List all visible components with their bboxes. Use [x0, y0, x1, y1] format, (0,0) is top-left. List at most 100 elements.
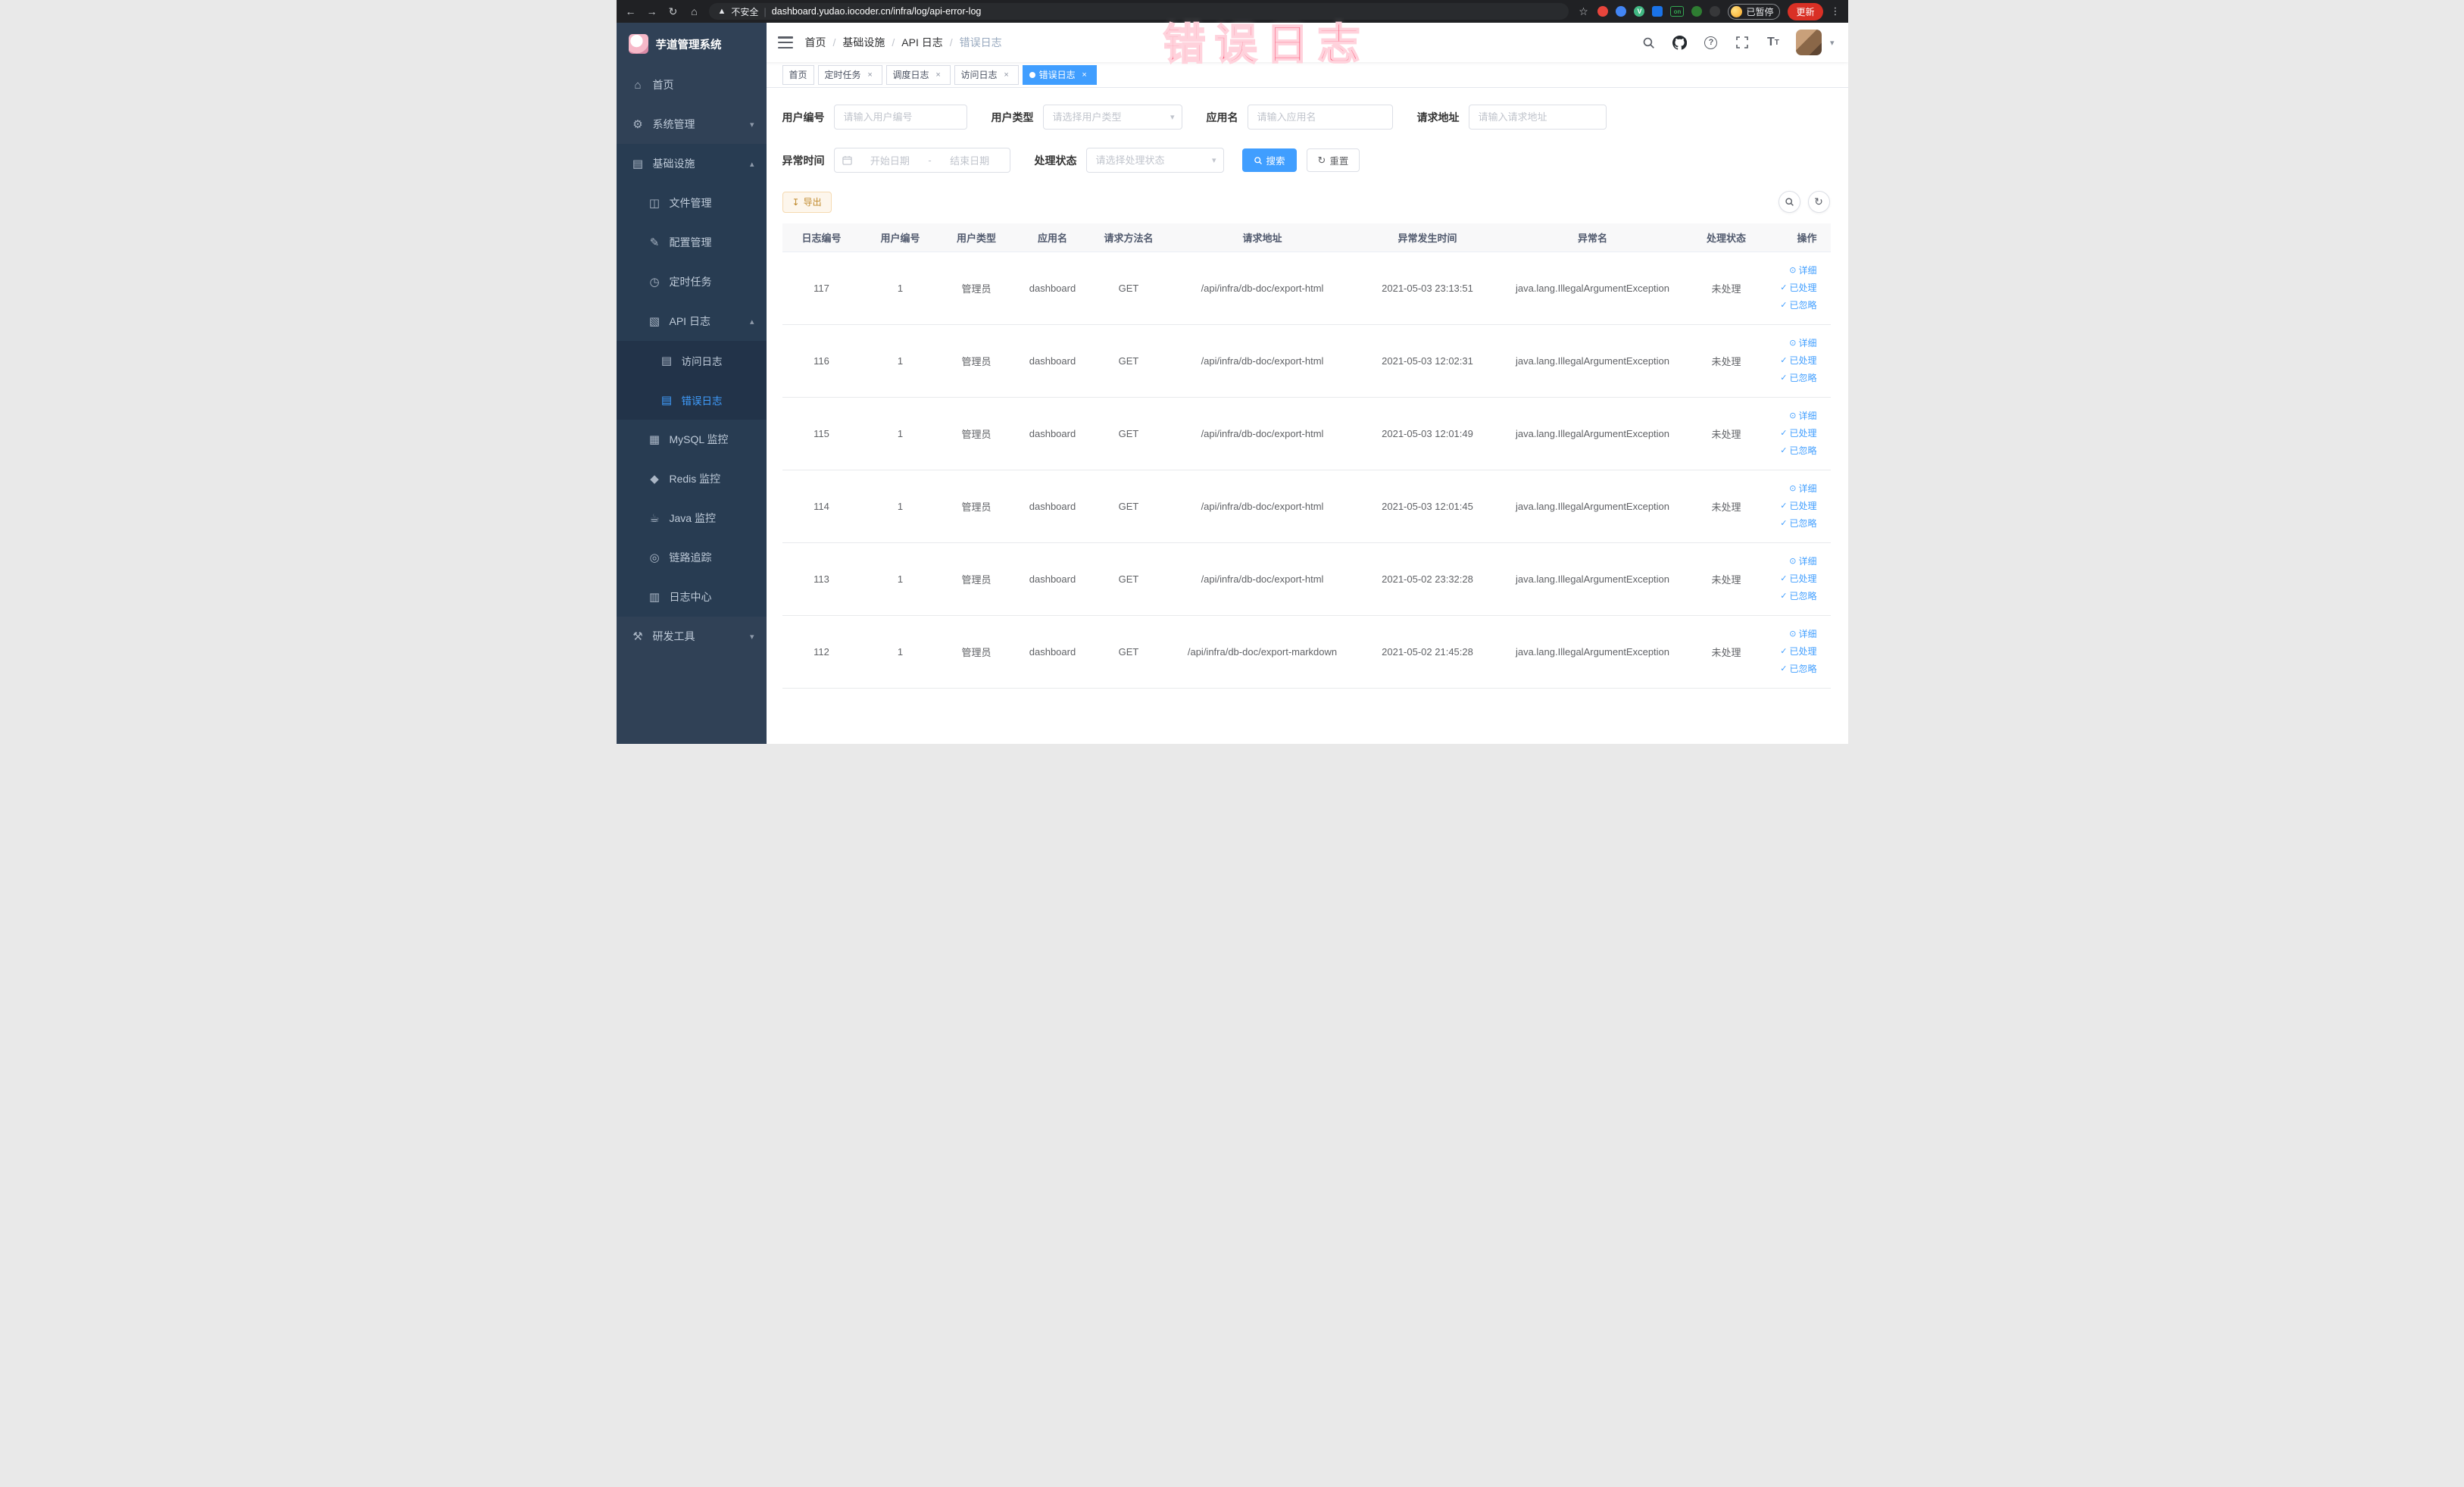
sidebar-item-scheduled-jobs[interactable]: ◷ 定时任务 [617, 262, 767, 301]
check-icon: ✓ [1780, 445, 1788, 455]
detail-link[interactable]: ⊙ 详细 [1766, 408, 1816, 425]
refresh-button[interactable]: ↻ [1807, 191, 1830, 213]
tag-schedule-log[interactable]: 调度日志 × [885, 64, 951, 85]
detail-link[interactable]: ⊙ 详细 [1766, 335, 1816, 352]
sidebar-item-mysql-monitor[interactable]: ▦ MySQL 监控 [617, 420, 767, 459]
date-range-picker[interactable]: 开始日期 - 结束日期 [833, 148, 1010, 173]
ignored-label: 已忽略 [1789, 517, 1817, 529]
detail-link[interactable]: ⊙ 详细 [1766, 553, 1816, 570]
application-window: ← → ↻ ⌂ ▲ 不安全 | dashboard.yudao.iocoder.… [616, 0, 1848, 744]
reload-icon[interactable]: ↻ [667, 5, 680, 18]
cell-method: GET [1091, 542, 1166, 616]
sidebar-item-access-log[interactable]: ▤ 访问日志 [617, 341, 767, 380]
process-status-select[interactable] [1085, 148, 1224, 173]
toggle-search-button[interactable] [1778, 191, 1800, 213]
user-type-select[interactable] [1042, 105, 1182, 130]
end-date-placeholder[interactable]: 结束日期 [938, 153, 1002, 167]
sidebar-item-config-manage[interactable]: ✎ 配置管理 [617, 223, 767, 262]
tag-close-icon[interactable]: × [1079, 70, 1090, 80]
mark-ignored-link[interactable]: ✓ 已忽略 [1766, 297, 1816, 314]
forward-icon[interactable]: → [645, 5, 659, 17]
search-icon[interactable] [1641, 34, 1657, 51]
cell-user-type: 管理员 [939, 470, 1013, 543]
extension-icon-1[interactable] [1597, 6, 1609, 17]
refresh-icon: ↻ [1814, 195, 1823, 208]
mark-ignored-link[interactable]: ✓ 已忽略 [1766, 370, 1816, 387]
detail-label: 详细 [1798, 264, 1817, 276]
breadcrumb-item[interactable]: 基础设施 [842, 35, 885, 50]
detail-link[interactable]: ⊙ 详细 [1766, 626, 1816, 643]
extension-icon-3[interactable] [1652, 6, 1663, 17]
mark-ignored-link[interactable]: ✓ 已忽略 [1766, 515, 1817, 533]
detail-link[interactable]: ⊙ 详细 [1766, 262, 1817, 280]
mark-ignored-link[interactable]: ✓ 已忽略 [1766, 442, 1816, 460]
mark-processed-link[interactable]: ✓ 已处理 [1766, 280, 1816, 297]
breadcrumb-item[interactable]: API 日志 [901, 35, 942, 50]
address-bar[interactable]: ▲ 不安全 | dashboard.yudao.iocoder.cn/infra… [708, 3, 1569, 20]
tag-error-log[interactable]: 错误日志 × [1022, 64, 1097, 85]
sidebar-item-redis-monitor[interactable]: ◆ Redis 监控 [617, 459, 767, 498]
tag-close-icon[interactable]: × [865, 70, 876, 80]
font-size-icon[interactable]: TT [1765, 34, 1782, 51]
cell-log-id: 112 [782, 615, 861, 689]
mark-processed-link[interactable]: ✓ 已处理 [1766, 643, 1817, 661]
tag-scheduled-jobs[interactable]: 定时任务 × [817, 64, 882, 85]
check-icon: ✓ [1780, 518, 1788, 528]
cell-app: dashboard [1013, 397, 1092, 470]
mark-processed-link[interactable]: ✓ 已处理 [1766, 498, 1816, 515]
sidebar-item-trace[interactable]: ◎ 链路追踪 [617, 538, 767, 577]
processed-label: 已处理 [1789, 355, 1817, 366]
page-content: 用户编号 用户类型 ▾ 应用名 请求地址 [766, 88, 1848, 744]
fullscreen-icon[interactable] [1734, 34, 1750, 51]
sidebar-item-error-log[interactable]: ▤ 错误日志 [617, 380, 767, 420]
home-icon[interactable]: ⌂ [688, 5, 701, 17]
help-icon[interactable]: ? [1703, 34, 1719, 51]
browser-menu-icon[interactable]: ⋮ [1831, 5, 1841, 17]
reset-button[interactable]: ↻ 重置 [1306, 148, 1360, 172]
column-header: 异常名 [1495, 223, 1690, 252]
cell-time: 2021-05-03 12:01:49 [1359, 397, 1496, 470]
hamburger-icon[interactable] [777, 36, 793, 48]
extension-icon-5[interactable] [1710, 6, 1721, 17]
tag-access-log[interactable]: 访问日志 × [954, 64, 1019, 85]
tag-close-icon[interactable]: × [1001, 70, 1012, 80]
tag-home[interactable]: 首页 [782, 64, 814, 85]
mark-processed-link[interactable]: ✓ 已处理 [1766, 352, 1817, 370]
processed-label: 已处理 [1789, 645, 1817, 657]
tag-label: 首页 [789, 70, 807, 80]
chrome-update-button[interactable]: 更新 [1788, 2, 1823, 20]
avatar-dropdown-icon[interactable]: ▾ [1830, 38, 1835, 48]
back-icon[interactable]: ← [624, 5, 638, 17]
app-name-input[interactable] [1247, 105, 1393, 130]
mark-ignored-link[interactable]: ✓ 已忽略 [1766, 661, 1816, 678]
mark-processed-link[interactable]: ✓ 已处理 [1766, 570, 1816, 588]
sidebar-item-file-manage[interactable]: ◫ 文件管理 [617, 183, 767, 223]
sidebar-item-log-center[interactable]: ▥ 日志中心 [617, 577, 767, 617]
vue-devtools-icon[interactable]: V [1634, 6, 1645, 17]
mark-processed-link[interactable]: ✓ 已处理 [1766, 425, 1816, 442]
detail-link[interactable]: ⊙ 详细 [1766, 480, 1816, 498]
mark-ignored-link[interactable]: ✓ 已忽略 [1766, 588, 1816, 605]
request-url-input[interactable] [1468, 105, 1607, 130]
user-id-input[interactable] [833, 105, 967, 130]
extension-on-icon[interactable]: on [1670, 6, 1685, 17]
export-button[interactable]: ↧ 导出 [782, 191, 832, 213]
tag-close-icon[interactable]: × [933, 70, 944, 80]
extension-icon-2[interactable] [1616, 6, 1627, 17]
sidebar-item-home[interactable]: ⌂ 首页 [617, 65, 767, 105]
extension-icon-4[interactable] [1691, 6, 1703, 17]
search-button[interactable]: 搜索 [1241, 148, 1297, 172]
sidebar-item-system[interactable]: ⚙ 系统管理 ▾ [617, 105, 767, 144]
app-logo[interactable]: 芋道管理系统 [617, 23, 767, 65]
cell-time: 2021-05-02 21:45:28 [1359, 615, 1496, 689]
user-avatar[interactable] [1795, 30, 1822, 55]
breadcrumb-item[interactable]: 首页 [805, 35, 826, 50]
sidebar-item-java-monitor[interactable]: ☕ Java 监控 [617, 498, 767, 538]
sidebar-item-infra[interactable]: ▤ 基础设施 ▴ [617, 144, 767, 183]
sidebar-item-api-log[interactable]: ▧ API 日志 ▴ [617, 301, 767, 341]
sidebar-item-dev-tools[interactable]: ⚒ 研发工具 ▾ [617, 617, 767, 656]
github-icon[interactable] [1672, 34, 1688, 51]
start-date-placeholder[interactable]: 开始日期 [858, 153, 923, 167]
profile-paused-chip[interactable]: 已暂停 [1728, 3, 1781, 20]
bookmark-star-icon[interactable]: ☆ [1576, 5, 1590, 18]
